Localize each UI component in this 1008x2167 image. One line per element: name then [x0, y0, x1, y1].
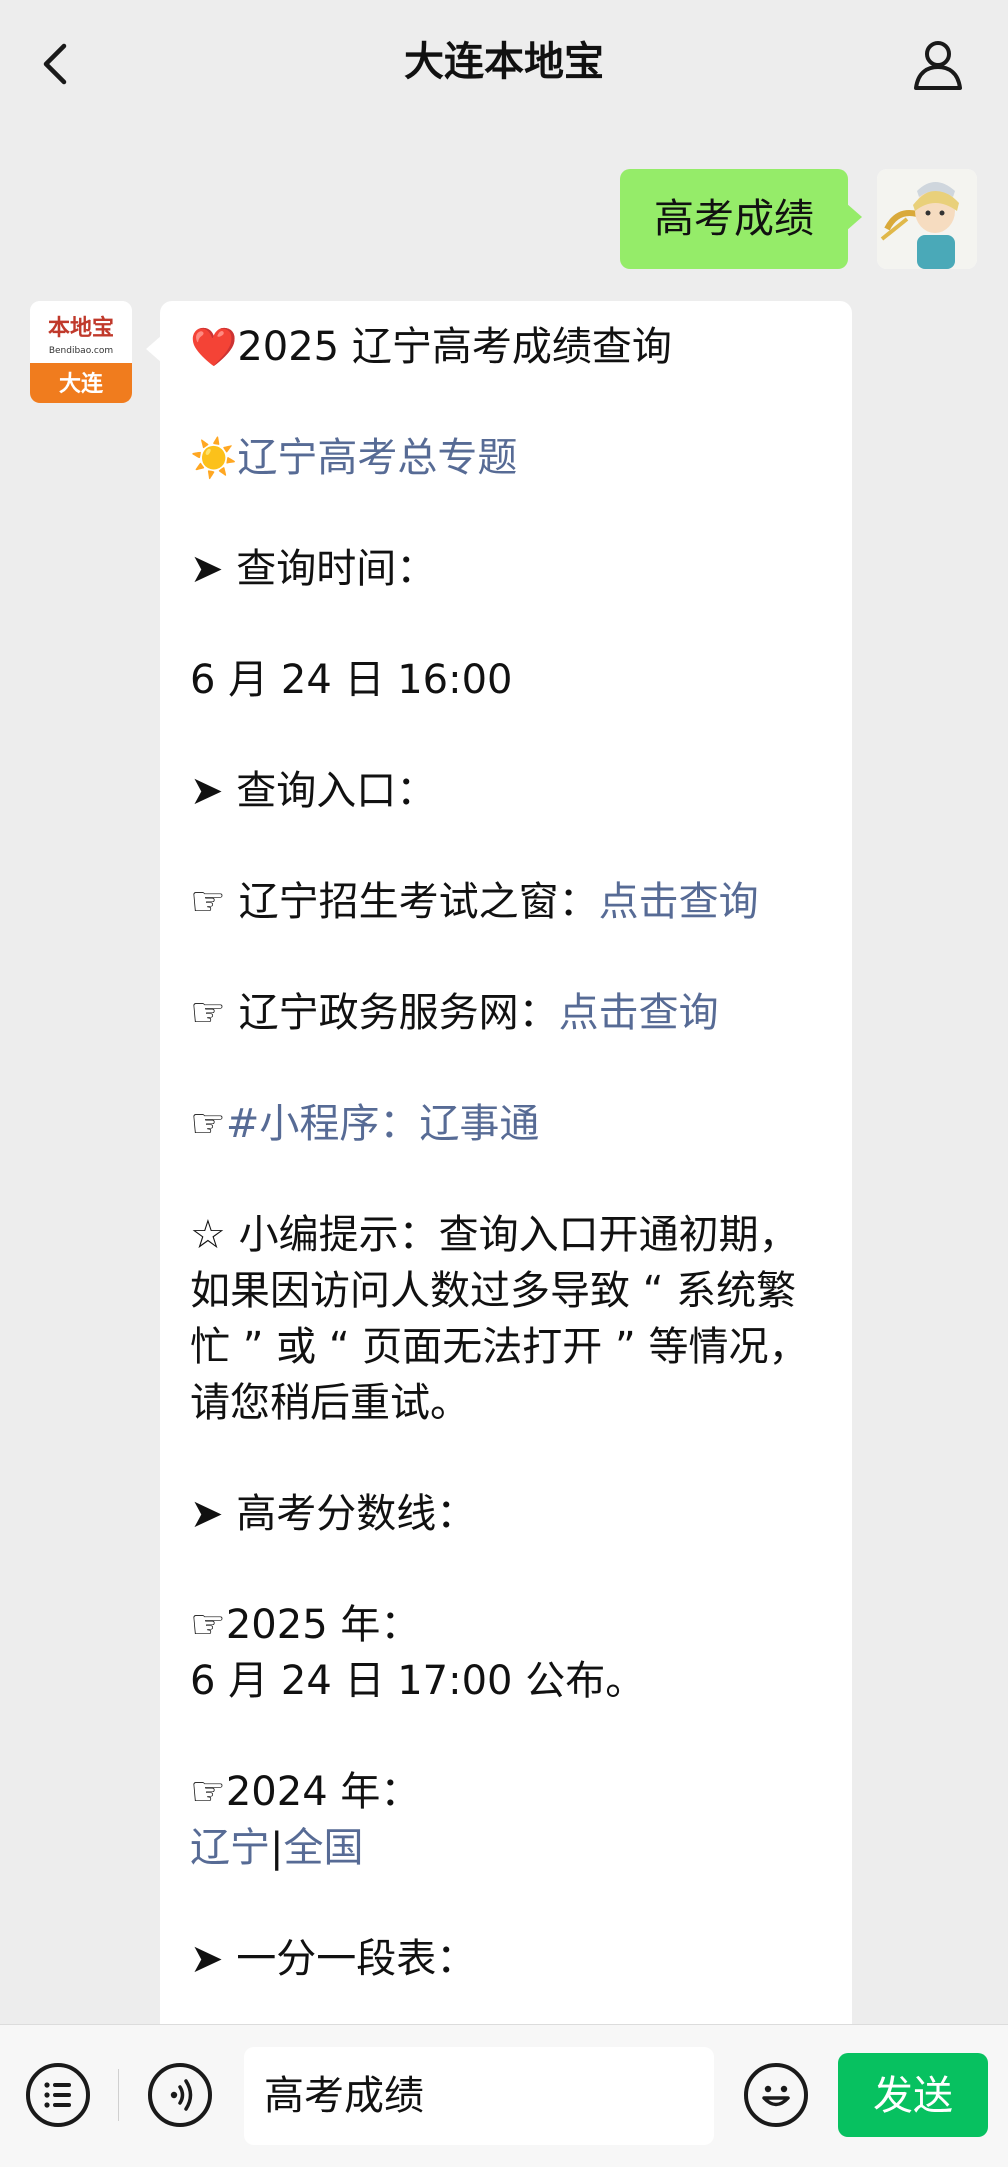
- message-content: ❤️2025 辽宁高考成绩查询 ☀️辽宁高考总专题 ➤ 查询时间： 6 月 24…: [190, 319, 830, 1987]
- query-time-value: 6 月 24 日 16:00: [190, 657, 513, 703]
- editor-tip: ☆ 小编提示：查询入口开通初期，如果因访问人数过多导致 “ 系统繁忙 ” 或 “…: [190, 1212, 809, 1426]
- year-2024-label: ☞2024 年：: [190, 1769, 421, 1815]
- send-button[interactable]: 发送: [838, 2053, 988, 2137]
- incoming-message-bubble: ❤️2025 辽宁高考成绩查询 ☀️辽宁高考总专题 ➤ 查询时间： 6 月 24…: [146, 301, 852, 2061]
- score-line-heading: ➤ 高考分数线：: [190, 1491, 477, 1537]
- menu-list-icon: [44, 2082, 71, 2108]
- svg-text:本地宝: 本地宝: [48, 315, 114, 341]
- exam-window-line: ☞ 辽宁招生考试之窗：点击查询: [190, 879, 759, 925]
- year-2025-value: 6 月 24 日 17:00 公布。: [190, 1658, 646, 1704]
- topic-link-line[interactable]: ☀️辽宁高考总专题: [190, 430, 830, 486]
- user-avatar[interactable]: [877, 169, 977, 269]
- voice-button[interactable]: [148, 2063, 212, 2127]
- message-title-line: ❤️2025 辽宁高考成绩查询: [190, 324, 672, 370]
- profile-icon[interactable]: [910, 36, 966, 92]
- score-table-heading: ➤ 一分一段表：: [190, 1936, 477, 1982]
- query-time-heading: ➤ 查询时间：: [190, 546, 437, 592]
- exam-window-query-link[interactable]: 点击查询: [599, 879, 759, 925]
- bendibao-avatar[interactable]: 本地宝 Bendibao.com 大连: [30, 301, 132, 403]
- outgoing-message-bubble[interactable]: 高考成绩: [620, 169, 862, 269]
- national-link[interactable]: 全国: [283, 1825, 363, 1871]
- input-bar: 高考成绩 发送: [0, 2024, 1008, 2167]
- chat-area[interactable]: 高考成绩 本地宝 Bendibao.com 大连 ❤️2025 辽宁高考成绩查询: [0, 125, 1008, 2061]
- mini-program-link[interactable]: #小程序：辽事通: [226, 1101, 540, 1147]
- anime-character-avatar-image: [877, 169, 977, 269]
- year-2024-links: 辽宁|全国: [190, 1825, 364, 1871]
- voice-icon: [170, 2079, 193, 2111]
- query-entry-heading: ➤ 查询入口：: [190, 768, 437, 814]
- topic-link[interactable]: 辽宁高考总专题: [237, 435, 517, 481]
- message-input[interactable]: 高考成绩: [244, 2047, 714, 2145]
- heart-icon: ❤️: [190, 325, 238, 369]
- menu-list-button[interactable]: [26, 2063, 90, 2127]
- liaoning-link[interactable]: 辽宁: [190, 1825, 270, 1871]
- mini-program-line: ☞#小程序：辽事通: [190, 1101, 540, 1147]
- page-title: 大连本地宝: [404, 39, 604, 85]
- svg-text:Bendibao.com: Bendibao.com: [49, 346, 113, 356]
- svg-text:大连: 大连: [59, 371, 104, 397]
- divider: [118, 2069, 119, 2121]
- top-bar: 大连本地宝: [0, 0, 1008, 125]
- year-2025-label: ☞2025 年：: [190, 1602, 421, 1648]
- sun-icon: ☀️: [190, 436, 238, 480]
- emoji-icon: [762, 2085, 790, 2107]
- gov-service-query-link[interactable]: 点击查询: [559, 990, 719, 1036]
- bendibao-logo: 本地宝 Bendibao.com 大连: [30, 301, 132, 403]
- gov-service-line: ☞ 辽宁政务服务网：点击查询: [190, 990, 719, 1036]
- emoji-button[interactable]: [744, 2063, 808, 2127]
